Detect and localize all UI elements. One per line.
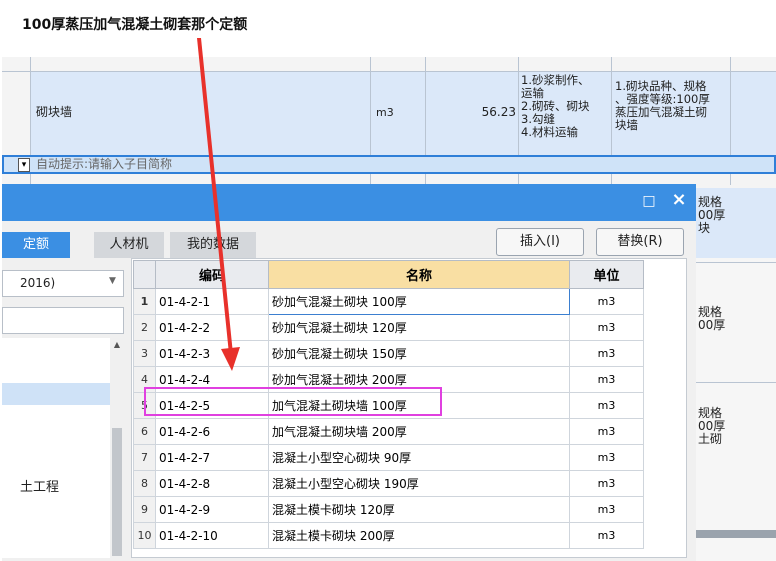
version-select-value: 2016) [20, 276, 56, 290]
table-row[interactable]: 6 01-4-2-6 加气混凝土砌块墙 200厚 m3 [133, 418, 644, 445]
quota-unit[interactable]: m3 [569, 444, 644, 471]
quota-name[interactable]: 混凝土小型空心砌块 190厚 [268, 470, 570, 497]
question-title: 100厚蒸压加气混凝土砌套那个定额 [22, 17, 248, 33]
row-number[interactable]: 7 [133, 444, 156, 471]
row-number[interactable]: 10 [133, 522, 156, 549]
quota-unit[interactable]: m3 [569, 392, 644, 419]
scroll-thumb[interactable] [112, 428, 122, 556]
bg-row-quantity: 56.23 [481, 105, 516, 119]
quota-unit[interactable]: m3 [569, 288, 644, 315]
column-header-name[interactable]: 名称 [268, 260, 570, 289]
row-number[interactable]: 9 [133, 496, 156, 523]
tree-selected-item[interactable] [2, 383, 110, 405]
tab-quota[interactable]: 定额 [2, 232, 70, 258]
close-icon[interactable]: × [670, 189, 688, 211]
quota-code[interactable]: 01-4-2-6 [155, 418, 269, 445]
row-number[interactable]: 1 [133, 288, 156, 315]
table-row[interactable]: 9 01-4-2-9 混凝土模卡砌块 120厚 m3 [133, 496, 644, 523]
column-header-code[interactable]: 编码 [155, 260, 269, 289]
table-row[interactable]: 3 01-4-2-3 砂加气混凝土砌块 150厚 m3 [133, 340, 644, 367]
bg-fragment-3: 规格 00厚 土砌 [698, 406, 726, 446]
row-number[interactable]: 3 [133, 340, 156, 367]
quota-name[interactable]: 混凝土模卡砌块 120厚 [268, 496, 570, 523]
quota-code[interactable]: 01-4-2-3 [155, 340, 269, 367]
filter-input[interactable] [2, 307, 124, 334]
quota-unit[interactable]: m3 [569, 418, 644, 445]
quota-unit[interactable]: m3 [569, 496, 644, 523]
row-number[interactable]: 2 [133, 314, 156, 341]
quota-code[interactable]: 01-4-2-10 [155, 522, 269, 549]
quota-unit[interactable]: m3 [569, 314, 644, 341]
quota-unit[interactable]: m3 [569, 470, 644, 497]
table-row[interactable]: 2 01-4-2-2 砂加气混凝土砌块 120厚 m3 [133, 314, 644, 341]
bg-fragment-2: 规格 00厚 [698, 305, 726, 332]
scroll-up-icon[interactable]: ▲ [110, 339, 124, 351]
quota-unit[interactable]: m3 [569, 522, 644, 549]
row-number[interactable]: 8 [133, 470, 156, 497]
quota-code[interactable]: 01-4-2-1 [155, 288, 269, 315]
tree-panel [2, 338, 124, 558]
quota-name[interactable]: 砂加气混凝土砌块 120厚 [268, 314, 570, 341]
table-row[interactable]: 1 01-4-2-1 砂加气混凝土砌块 100厚 m3 [133, 288, 644, 315]
hint-text: 自动提示:请输入子目简称 [36, 157, 173, 171]
column-header-unit[interactable]: 单位 [569, 260, 644, 289]
quota-name[interactable]: 砂加气混凝土砌块 150厚 [268, 340, 570, 367]
bg-row-work-content: 1.砂浆制作、 运输 2.砌砖、砌块 3.勾缝 4.材料运输 [521, 73, 590, 139]
table-row[interactable]: 10 01-4-2-10 混凝土模卡砌块 200厚 m3 [133, 522, 644, 549]
highlight-box [144, 387, 442, 416]
dialog-title-bar[interactable] [2, 184, 696, 221]
bg-row-unit: m3 [376, 106, 394, 119]
restore-icon[interactable]: □ [641, 191, 657, 211]
quota-code[interactable]: 01-4-2-7 [155, 444, 269, 471]
quota-name[interactable]: 加气混凝土砌块墙 200厚 [268, 418, 570, 445]
quota-name[interactable]: 混凝土小型空心砌块 90厚 [268, 444, 570, 471]
quota-code[interactable]: 01-4-2-9 [155, 496, 269, 523]
row-number[interactable]: 6 [133, 418, 156, 445]
bg-row-name: 砌块墙 [36, 105, 73, 119]
quota-unit[interactable]: m3 [569, 340, 644, 367]
quota-name[interactable]: 砂加气混凝土砌块 100厚 [268, 288, 570, 315]
insert-button[interactable]: 插入(I) [496, 228, 584, 256]
tab-labor-material-machine[interactable]: 人材机 [94, 232, 164, 258]
quota-unit[interactable]: m3 [569, 366, 644, 393]
quota-code[interactable]: 01-4-2-2 [155, 314, 269, 341]
chevron-down-icon: ▼ [109, 276, 116, 286]
quota-name[interactable]: 混凝土模卡砌块 200厚 [268, 522, 570, 549]
tree-item[interactable]: 土工程 [20, 476, 59, 495]
hint-dropdown-icon[interactable]: ▾ [18, 158, 30, 172]
bg-fragment-1: 规格 00厚 块 [698, 195, 726, 235]
quota-code[interactable]: 01-4-2-8 [155, 470, 269, 497]
column-header-rownum [133, 260, 156, 289]
bg-row-features: 1.砌块品种、规格 、强度等级:100厚 蒸压加气混凝土砌 块墙 [615, 79, 710, 132]
table-row[interactable]: 7 01-4-2-7 混凝土小型空心砌块 90厚 m3 [133, 444, 644, 471]
table-row[interactable]: 8 01-4-2-8 混凝土小型空心砌块 190厚 m3 [133, 470, 644, 497]
tab-my-data[interactable]: 我的数据 [170, 232, 256, 258]
replace-button[interactable]: 替换(R) [596, 228, 684, 256]
